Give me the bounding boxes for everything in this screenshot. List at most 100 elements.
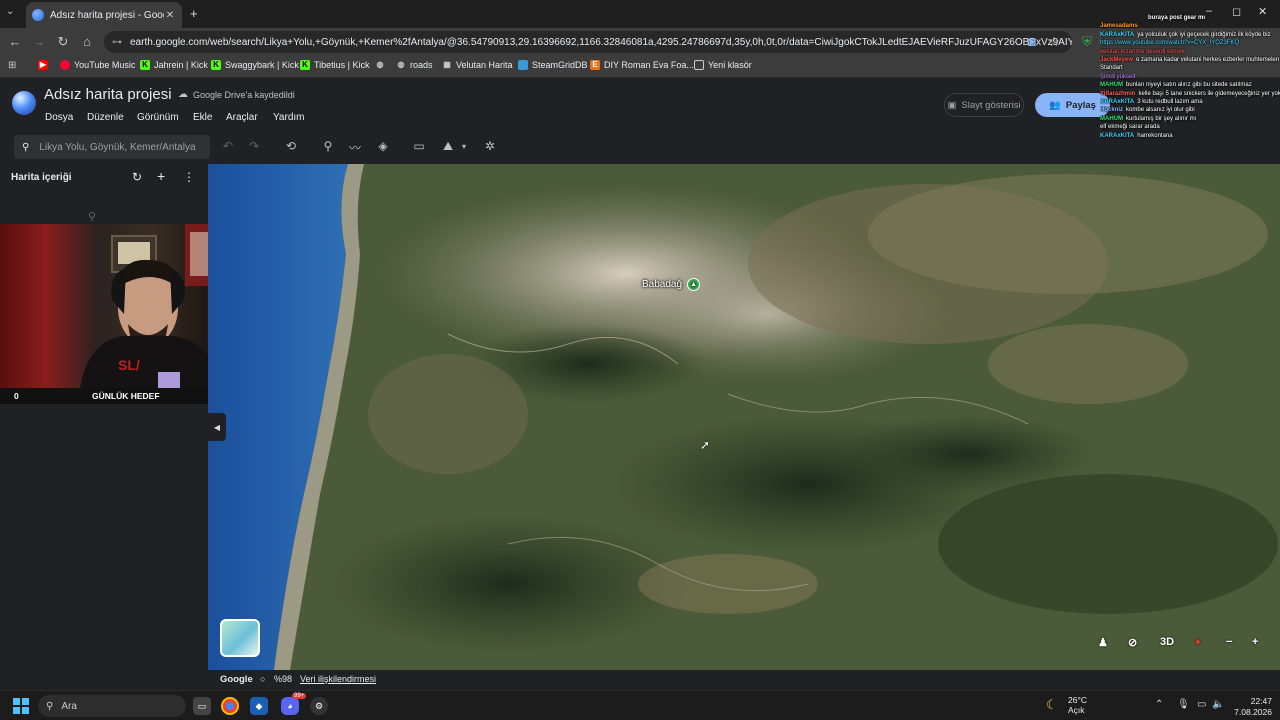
browser-tab-active[interactable]: Adsız harita projesi - Google Ea ✕: [26, 2, 182, 28]
address-bar[interactable]: ⊶ earth.google.com/web/search/Likya+Yolu…: [104, 31, 1072, 53]
back-icon[interactable]: ←: [7, 34, 23, 49]
bookmark-youtube-music[interactable]: YouTube Music: [60, 60, 135, 70]
share-button[interactable]: 👥 Paylaş: [1035, 93, 1110, 117]
refresh-icon[interactable]: ↻: [132, 170, 142, 184]
google-lens-icon[interactable]: ◙: [1024, 34, 1040, 49]
mouse-cursor-icon: ➚: [700, 438, 711, 452]
bookmark-label: Velutan Harita: [456, 60, 513, 70]
network-icon[interactable]: ▭: [1197, 699, 1206, 710]
chat-message: https://www.youtube.com/watch?v=CYX_IYQZ…: [1100, 39, 1280, 47]
goal-label: GÜNLÜK HEDEF: [92, 391, 160, 401]
draw-path-icon[interactable]: 〰: [347, 139, 363, 156]
image-overlay-dropdown-icon[interactable]: ▾: [456, 142, 472, 151]
extension-shield-icon[interactable]: ⛨: [1079, 34, 1095, 50]
measure-ruler-icon[interactable]: ▭: [411, 139, 427, 153]
satellite-map-view[interactable]: [208, 164, 1280, 670]
satellite-icon[interactable]: ✲: [482, 139, 498, 153]
chat-text: https://www.youtube.com/watch?v=CYX_IYQZ…: [1100, 40, 1240, 47]
task-view-icon[interactable]: ▭: [193, 697, 211, 715]
tab-close-icon[interactable]: ✕: [164, 10, 176, 21]
chat-message: KARAxKITA 3 kutu redbull lazım ama: [1100, 98, 1280, 106]
chat-message: elf ekmeği sarar arada: [1100, 123, 1280, 131]
menu-ekle[interactable]: Ekle: [193, 112, 212, 123]
zoom-out-icon[interactable]: −: [1226, 636, 1232, 648]
taskbar-clock[interactable]: 22:47 7.08.2026: [1230, 696, 1272, 718]
add-placemark-icon[interactable]: ⚲: [320, 139, 336, 153]
zoom-in-icon[interactable]: +: [1252, 636, 1258, 648]
apps-grid-icon[interactable]: ⊞: [8, 60, 16, 71]
bookmark-label: DIY Roman Eva Foa...: [604, 60, 694, 70]
chat-message: Şimdi yükselt: [1100, 73, 1280, 81]
bookmark-folder[interactable]: Yeni klasör: [694, 60, 752, 70]
bookmark-youtube[interactable]: ▶: [38, 60, 52, 70]
image-overlay-icon[interactable]: ⛰: [440, 139, 456, 154]
add-icon[interactable]: +: [157, 168, 165, 184]
history-icon[interactable]: ⟲: [283, 139, 299, 153]
more-vert-icon[interactable]: ⋮: [183, 170, 195, 184]
folder-icon: [694, 60, 704, 70]
taskbar-search[interactable]: ⚲ Ara: [38, 695, 186, 717]
menu-araclar[interactable]: Araçlar: [226, 112, 258, 123]
bookmark-globe[interactable]: ◍: [375, 60, 389, 70]
data-attribution-link[interactable]: Veri ilişkilendirmesi: [300, 674, 376, 684]
bookmark-tibetius-kick[interactable]: K Tibetius | Kick: [300, 60, 370, 70]
chat-message: Yiltarazhmin kelle başı 5 tane snickers i…: [1100, 90, 1280, 98]
weather-desc: Açık: [1068, 705, 1085, 715]
layers-add-icon[interactable]: ◈: [375, 139, 391, 153]
discord-taskbar-icon[interactable]: ◕: [281, 697, 299, 715]
tab-search-icon[interactable]: ⌄: [6, 6, 14, 17]
place-label-text: Babadağ: [642, 279, 683, 290]
weather-widget[interactable]: 26°C Açık: [1068, 695, 1087, 715]
site-info-icon[interactable]: ⊶: [112, 37, 122, 48]
menu-gorunum[interactable]: Görünüm: [137, 112, 179, 123]
home-icon[interactable]: ⌂: [79, 34, 95, 49]
bookmark-roads[interactable]: ◍ roads: [396, 60, 433, 70]
new-tab-button[interactable]: +: [190, 6, 198, 21]
steam-taskbar-icon[interactable]: ⚙: [310, 697, 328, 715]
chat-username: KARAxKITA: [1100, 31, 1135, 38]
collapse-panel-button[interactable]: ◀: [208, 413, 226, 441]
google-earth-logo-icon[interactable]: [12, 91, 36, 115]
menu-duzenle[interactable]: Düzenle: [87, 112, 124, 123]
menu-dosya[interactable]: Dosya: [45, 112, 73, 123]
goal-current: 0: [14, 391, 19, 401]
bookmark-diy-roman[interactable]: E DIY Roman Eva Foa...: [590, 60, 694, 70]
reload-icon[interactable]: ↻: [55, 34, 71, 50]
windows-start-icon[interactable]: [13, 698, 29, 714]
compass-icon[interactable]: ♦: [1195, 636, 1201, 648]
menu-yardim[interactable]: Yardım: [273, 112, 305, 123]
map-search-input[interactable]: ⚲ Likya Yolu, Göynük, Kemer/Antalya: [14, 135, 210, 159]
volume-icon[interactable]: 🔈: [1212, 699, 1224, 710]
chat-message: KARAxKITA ya yolculuk çok iyi geçecek gir…: [1100, 31, 1280, 39]
forward-icon[interactable]: →: [31, 34, 47, 49]
project-title[interactable]: Adsız harita projesi: [44, 86, 172, 103]
map-style-thumbnail[interactable]: [220, 619, 260, 657]
location-off-icon[interactable]: ⊘: [1128, 636, 1137, 649]
bookmark-swaggybark-kick[interactable]: K Swaggybark | Kick: [211, 60, 299, 70]
chrome-taskbar-icon[interactable]: [221, 697, 239, 715]
app-taskbar-icon[interactable]: ◆: [250, 697, 268, 715]
bookmark-velutan-harita[interactable]: ▦ Velutan Harita: [442, 60, 513, 70]
map-attribution-bar: Google ○ %98 Veri ilişkilendirmesi: [208, 670, 1280, 688]
chat-message: Jamesadams: [1100, 22, 1280, 30]
tray-chevron-icon[interactable]: ⌃: [1155, 699, 1163, 710]
microphone-icon[interactable]: 🎙: [1177, 699, 1190, 710]
panel-footer: [0, 670, 208, 688]
bookmark-label: Swaggybark | Kick: [225, 60, 299, 70]
undo-icon[interactable]: ↶: [220, 139, 236, 153]
bookmark-star-icon[interactable]: ☆: [1046, 34, 1062, 50]
redo-icon[interactable]: ↷: [246, 139, 262, 153]
slideshow-button[interactable]: ▣ Slayt gösterisi: [944, 93, 1024, 117]
kick-icon: K: [300, 60, 310, 70]
bookmark-steamgriddb[interactable]: SteamGridDB: [518, 60, 588, 70]
save-status-text: Google Drive'a kaydedildi: [193, 89, 295, 100]
earth-toolbar: ⚲ Likya Yolu, Göynük, Kemer/Antalya ↶ ↷ …: [0, 134, 1280, 164]
place-label-babadag[interactable]: Babadağ ▲: [642, 278, 701, 291]
cloud-done-icon: ☁: [178, 89, 188, 100]
chat-text: velutan kızartma deserdi ekmek: [1100, 48, 1185, 55]
pegman-icon[interactable]: ♟: [1098, 636, 1108, 649]
bookmark-jahrein-kick[interactable]: K Jahrein | Kick: [140, 60, 208, 70]
chat-text: bunları niyeyi satın alırız gibi bu site…: [1126, 82, 1252, 89]
mountain-pin-icon[interactable]: ▲: [687, 278, 701, 291]
view-3d-button[interactable]: 3D: [1160, 636, 1174, 648]
